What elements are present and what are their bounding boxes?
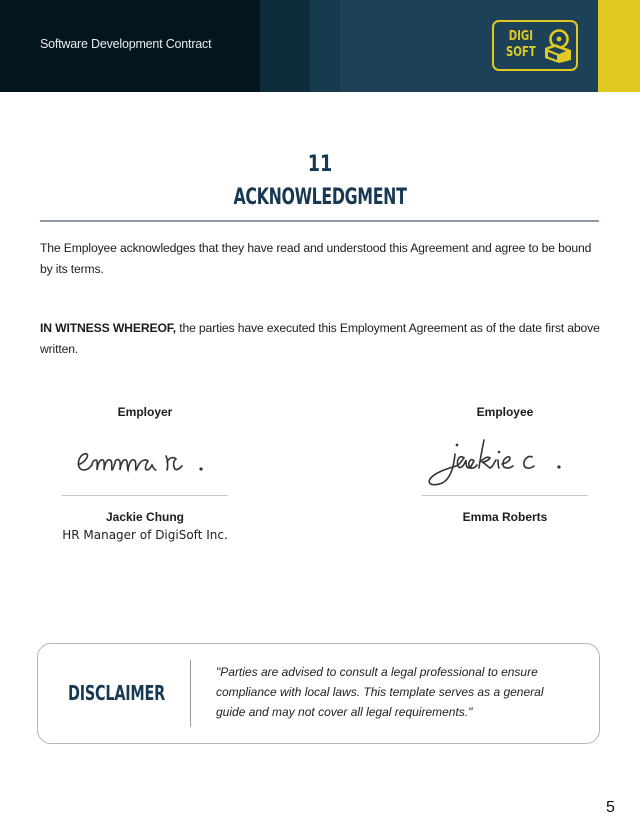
document-title: Software Development Contract bbox=[40, 37, 212, 51]
section-title: ACKNOWLEDGMENT bbox=[233, 185, 407, 210]
header-banner: Software Development Contract DIGI SOFT bbox=[0, 0, 640, 92]
signer-title: HR Manager of DigiSoft Inc. bbox=[62, 528, 228, 542]
logo-line2: SOFT bbox=[506, 45, 536, 60]
witness-paragraph: IN WITNESS WHEREOF, the parties have exe… bbox=[40, 318, 605, 360]
signature-role: Employer bbox=[117, 405, 173, 419]
signature-line bbox=[422, 495, 588, 496]
signer-name: Emma Roberts bbox=[462, 510, 548, 524]
employee-signature bbox=[428, 439, 561, 486]
employer-signature bbox=[77, 452, 203, 473]
logo-text: DIGI SOFT bbox=[506, 29, 536, 61]
disclaimer-label: DISCLAIMER bbox=[68, 681, 166, 705]
signature-line bbox=[62, 495, 228, 496]
logo-line1: DIGI bbox=[508, 29, 534, 44]
cd-box-icon bbox=[545, 29, 571, 63]
page-number: 5 bbox=[606, 799, 615, 816]
digisoft-logo: DIGI SOFT bbox=[492, 20, 578, 71]
header-stripe bbox=[310, 0, 340, 92]
disclaimer-divider bbox=[190, 660, 191, 727]
disclaimer-box: DISCLAIMER "Parties are advised to consu… bbox=[37, 643, 600, 744]
acknowledgment-paragraph: The Employee acknowledges that they have… bbox=[40, 241, 592, 276]
header-stripe bbox=[260, 0, 310, 92]
signer-name: Jackie Chung bbox=[105, 510, 185, 524]
signature-role: Employee bbox=[476, 405, 534, 419]
disclaimer-text: "Parties are advised to consult a legal … bbox=[216, 665, 544, 719]
header-accent-bar bbox=[598, 0, 640, 92]
section-divider bbox=[40, 220, 599, 222]
witness-lead: IN WITNESS WHEREOF, bbox=[40, 321, 176, 335]
section-number: 11 bbox=[307, 152, 333, 177]
